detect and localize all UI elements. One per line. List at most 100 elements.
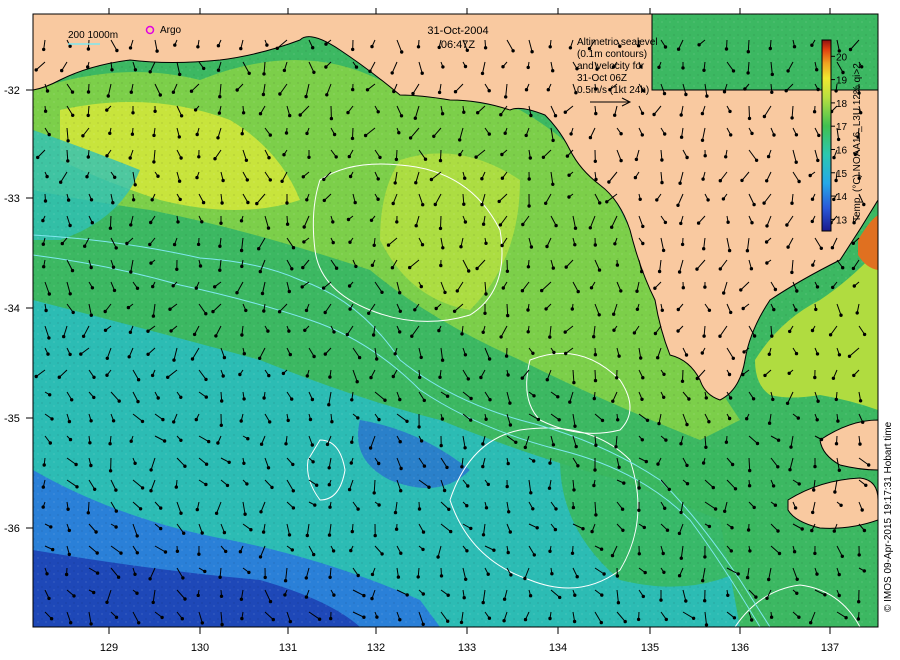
velocity-arrow-head <box>702 247 706 251</box>
velocity-arrow-head <box>419 439 424 443</box>
colorbar-title: Temp. (°C) NOAA16_L3U 12% qi>2 <box>852 63 863 222</box>
velocity-arrow-head <box>815 352 820 356</box>
velocity-arrow-head <box>348 240 352 244</box>
velocity-arrow-head <box>135 551 140 555</box>
velocity-arrow-head <box>505 484 509 489</box>
velocity-arrow-head <box>812 110 817 114</box>
velocity-arrow-head <box>440 358 445 362</box>
velocity-arrow-head <box>355 380 359 384</box>
velocity-arrow-head <box>506 461 510 466</box>
velocity-arrow-head <box>597 313 601 317</box>
velocity-arrow-head <box>347 154 351 159</box>
velocity-arrow-head <box>86 511 91 515</box>
velocity-arrow-head <box>767 421 772 425</box>
velocity-arrow-head <box>217 111 222 115</box>
velocity-arrow-head <box>414 181 418 185</box>
velocity-arrow-head <box>621 528 625 532</box>
velocity-arrow-head <box>421 203 425 207</box>
velocity-arrow-head <box>331 240 335 245</box>
velocity-arrow-head <box>420 71 424 75</box>
velocity-arrow-head <box>86 155 91 159</box>
velocity-arrow <box>506 303 509 316</box>
velocity-arrow-head <box>130 132 135 136</box>
velocity-arrow-head <box>41 218 45 223</box>
velocity-arrow-head <box>718 334 722 338</box>
velocity-arrow-head <box>408 136 413 140</box>
velocity-arrow-head <box>622 481 626 485</box>
lat-tick-label: -33 <box>4 193 20 205</box>
velocity-arrow-head <box>620 507 625 511</box>
velocity-arrow-head <box>837 593 841 598</box>
velocity-arrow-head <box>194 286 199 290</box>
velocity-arrow-head <box>305 131 309 136</box>
velocity-arrow-head <box>327 483 331 487</box>
velocity-arrow-head <box>105 108 109 112</box>
velocity-arrow-head <box>218 268 222 272</box>
velocity-arrow-head <box>817 133 821 138</box>
velocity-arrow-head <box>504 354 509 358</box>
velocity-arrow-head <box>770 90 774 95</box>
velocity-arrow-head <box>348 307 352 311</box>
velocity-arrow-head <box>500 176 505 180</box>
velocity-arrow-head <box>277 310 282 314</box>
velocity-arrow-head <box>156 396 160 400</box>
velocity-arrow-head <box>819 437 824 442</box>
velocity-arrow-head <box>676 307 680 312</box>
velocity-arrow-head <box>548 549 552 553</box>
velocity-arrow-head <box>831 376 836 380</box>
velocity-arrow-head <box>752 505 756 510</box>
velocity-arrow-head <box>263 575 267 580</box>
colorbar-tick-label: 19 <box>836 76 848 87</box>
velocity-arrow-head <box>722 291 726 295</box>
velocity-arrow-head <box>741 306 745 311</box>
velocity-arrow-head <box>463 446 467 450</box>
velocity-arrow <box>748 105 750 119</box>
velocity-arrow-head <box>619 132 623 136</box>
velocity-arrow-head <box>862 569 866 573</box>
velocity-arrow-head <box>74 462 78 467</box>
velocity-arrow-head <box>243 512 247 516</box>
velocity-arrow-head <box>43 199 48 203</box>
velocity-arrow-head <box>465 504 469 508</box>
velocity-arrow-head <box>790 201 794 205</box>
velocity-arrow-head <box>701 461 706 465</box>
velocity-arrow-head <box>330 420 334 424</box>
velocity-arrow-head <box>411 91 415 96</box>
velocity-arrow-head <box>48 441 52 445</box>
velocity-arrow-head <box>405 593 409 597</box>
velocity-arrow-head <box>89 419 93 423</box>
velocity-arrow-head <box>439 443 443 448</box>
velocity-arrow-head <box>172 420 176 424</box>
velocity-arrow-head <box>642 525 646 530</box>
velocity-arrow-head <box>575 575 579 579</box>
velocity-arrow-head <box>95 551 99 555</box>
velocity-arrow-head <box>68 437 73 442</box>
velocity-arrow-head <box>564 351 568 356</box>
velocity-arrow-head <box>240 616 244 621</box>
velocity-arrow-head <box>676 329 680 333</box>
velocity-arrow-head <box>771 484 776 488</box>
velocity-arrow-head <box>151 284 155 289</box>
velocity-arrow-head <box>795 577 799 581</box>
velocity-arrow-head <box>307 155 311 160</box>
velocity-arrow-head <box>246 200 250 205</box>
velocity-arrow-head <box>795 591 799 595</box>
velocity-arrow-head <box>768 46 772 51</box>
velocity-arrow-head <box>49 525 53 529</box>
velocity-arrow-head <box>200 220 204 224</box>
velocity-arrow-head <box>310 443 314 447</box>
velocity-arrow-head <box>416 575 420 579</box>
plot-area <box>33 14 878 627</box>
velocity-arrow-head <box>462 202 466 206</box>
velocity-arrow-head <box>554 223 558 228</box>
velocity-arrow-head <box>222 530 227 535</box>
velocity-arrow-head <box>70 268 75 273</box>
velocity-arrow-head <box>466 377 470 381</box>
velocity-arrow-head <box>700 351 704 355</box>
velocity-arrow-head <box>41 485 45 489</box>
velocity-arrow-head <box>44 308 48 313</box>
velocity-arrow-head <box>81 334 86 338</box>
velocity-arrow-head <box>177 135 182 139</box>
velocity-arrow-head <box>677 574 682 578</box>
velocity-arrow-head <box>459 620 464 625</box>
